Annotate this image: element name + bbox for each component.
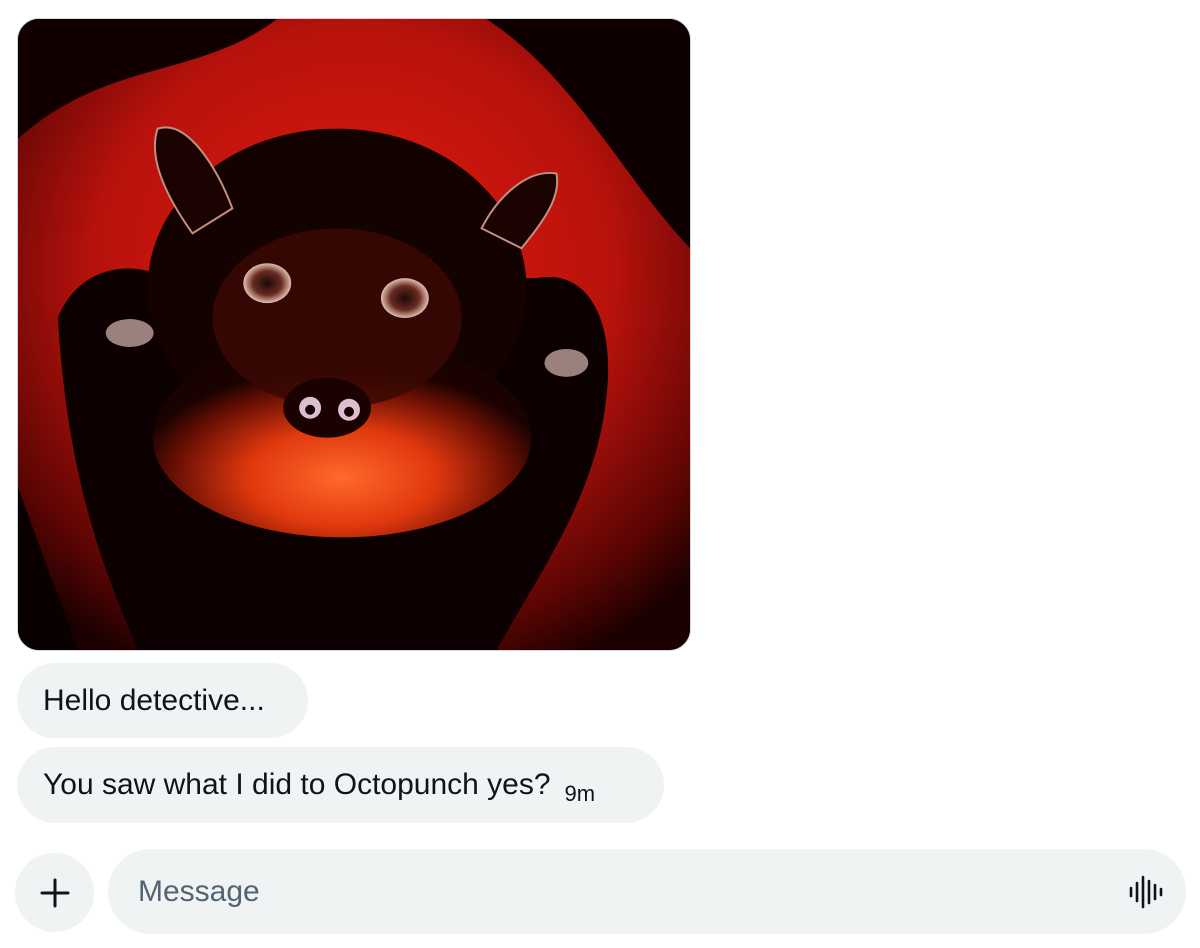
message-text: Hello detective...	[43, 683, 265, 717]
audio-waveform-icon	[1129, 875, 1163, 909]
bat-photo	[18, 19, 690, 650]
message-composer	[108, 849, 1186, 934]
voice-message-button[interactable]	[1126, 873, 1166, 911]
plus-icon	[40, 878, 69, 907]
add-attachment-button[interactable]	[15, 853, 94, 932]
image-message[interactable]	[17, 18, 691, 651]
message-bubble[interactable]: You saw what I did to Octopunch yes? 9m	[17, 747, 664, 823]
message-input[interactable]	[138, 861, 1088, 922]
message-bubble[interactable]: Hello detective...	[17, 663, 308, 738]
message-timestamp: 9m	[564, 781, 596, 806]
message-text: You saw what I did to Octopunch yes?	[43, 768, 551, 801]
dm-conversation: Hello detective... You saw what I did to…	[0, 0, 1200, 948]
